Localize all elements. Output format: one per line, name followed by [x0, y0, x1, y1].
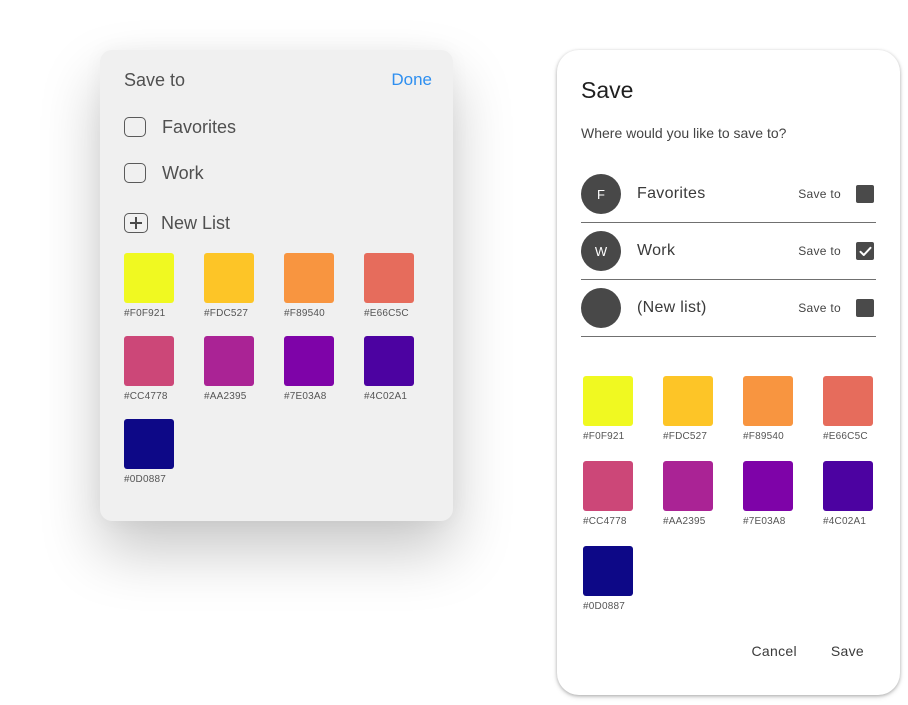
done-button[interactable]: Done	[391, 70, 432, 90]
swatch-color	[823, 461, 873, 511]
swatch-color	[583, 376, 633, 426]
swatch-color	[823, 376, 873, 426]
swatch-label: #FDC527	[204, 308, 249, 319]
cancel-button[interactable]: Cancel	[751, 643, 796, 659]
dialog-actions: Cancel Save	[751, 643, 864, 659]
swatch-label: #7E03A8	[743, 516, 786, 527]
swatch-label: #CC4778	[124, 391, 168, 402]
swatch-color	[583, 546, 633, 596]
avatar: F	[581, 174, 621, 214]
save-to-label: Save to	[798, 244, 841, 258]
swatch-color	[284, 336, 334, 386]
color-swatch[interactable]: #7E03A8	[284, 336, 334, 402]
list-item-label: Work	[162, 162, 204, 183]
swatch-color	[583, 461, 633, 511]
save-button[interactable]: Save	[831, 643, 864, 659]
color-swatch[interactable]: #E66C5C	[364, 253, 414, 319]
swatch-label: #0D0887	[583, 601, 625, 612]
swatch-color	[663, 376, 713, 426]
color-swatch[interactable]: #CC4778	[583, 461, 633, 527]
color-swatch[interactable]: #FDC527	[663, 376, 713, 442]
color-swatch-grid: #F0F921 #FDC527 #F89540 #E66C5C #CC4778 …	[583, 376, 873, 612]
new-list-label: New List	[161, 212, 231, 233]
swatch-color	[204, 336, 254, 386]
swatch-color	[124, 419, 174, 469]
popover-header: Save to Done	[124, 70, 432, 92]
new-list-button[interactable]: New List	[124, 211, 230, 235]
color-swatch[interactable]: #4C02A1	[823, 461, 873, 527]
list-item-label: Work	[637, 242, 676, 259]
swatch-label: #AA2395	[204, 391, 247, 402]
swatch-color	[364, 253, 414, 303]
work-checkbox[interactable]	[856, 242, 874, 260]
color-swatch[interactable]: #E66C5C	[823, 376, 873, 442]
list-item-work[interactable]: Work	[124, 161, 204, 185]
swatch-label: #F0F921	[583, 431, 625, 442]
swatch-color	[364, 336, 414, 386]
swatch-label: #E66C5C	[823, 431, 868, 442]
swatch-label: #F0F921	[124, 308, 166, 319]
list-item-label: Favorites	[637, 185, 706, 202]
color-swatch-grid: #F0F921 #FDC527 #F89540 #E66C5C #CC4778 …	[124, 253, 414, 485]
swatch-color	[743, 461, 793, 511]
color-swatch[interactable]: #0D0887	[583, 546, 633, 612]
list-item-label: Favorites	[162, 116, 237, 137]
popover-title: Save to	[124, 70, 186, 90]
color-swatch[interactable]: #F0F921	[583, 376, 633, 442]
swatch-label: #4C02A1	[823, 516, 867, 527]
color-swatch[interactable]: #F89540	[284, 253, 334, 319]
swatch-label: #CC4778	[583, 516, 627, 527]
swatch-color	[124, 253, 174, 303]
plus-icon	[124, 213, 148, 233]
color-swatch[interactable]: #CC4778	[124, 336, 174, 402]
swatch-label: #F89540	[284, 308, 325, 319]
swatch-color	[284, 253, 334, 303]
list-item-label: (New list)	[637, 299, 707, 316]
color-swatch[interactable]: #7E03A8	[743, 461, 793, 527]
color-swatch[interactable]: #0D0887	[124, 419, 174, 485]
save-to-label: Save to	[798, 187, 841, 201]
avatar	[581, 288, 621, 328]
swatch-color	[743, 376, 793, 426]
checkmark-icon	[859, 246, 871, 256]
color-swatch[interactable]: #FDC527	[204, 253, 254, 319]
dialog-title: Save	[581, 77, 634, 103]
color-swatch[interactable]: #F0F921	[124, 253, 174, 319]
swatch-label: #F89540	[743, 431, 784, 442]
color-swatch[interactable]: #AA2395	[663, 461, 713, 527]
save-list: F Favorites Save to W Work Save to (New …	[581, 166, 876, 337]
new-list-checkbox[interactable]	[856, 299, 874, 317]
swatch-label: #AA2395	[663, 516, 706, 527]
dialog-subtitle: Where would you like to save to?	[581, 125, 787, 141]
list-item-favorites[interactable]: Favorites	[124, 115, 236, 139]
color-swatch[interactable]: #4C02A1	[364, 336, 414, 402]
color-swatch[interactable]: #F89540	[743, 376, 793, 442]
swatch-color	[204, 253, 254, 303]
swatch-label: #4C02A1	[364, 391, 408, 402]
swatch-label: #0D0887	[124, 474, 166, 485]
avatar: W	[581, 231, 621, 271]
list-item-work: W Work Save to	[581, 223, 876, 280]
work-checkbox[interactable]	[124, 163, 146, 183]
favorites-checkbox[interactable]	[856, 185, 874, 203]
list-item-new-list: (New list) Save to	[581, 280, 876, 337]
swatch-color	[124, 336, 174, 386]
color-swatch[interactable]: #AA2395	[204, 336, 254, 402]
swatch-color	[663, 461, 713, 511]
favorites-checkbox[interactable]	[124, 117, 146, 137]
swatch-label: #E66C5C	[364, 308, 409, 319]
save-dialog: Save Where would you like to save to? F …	[557, 50, 900, 695]
swatch-label: #FDC527	[663, 431, 708, 442]
list-item-favorites: F Favorites Save to	[581, 166, 876, 223]
swatch-label: #7E03A8	[284, 391, 327, 402]
save-to-popover: Save to Done Favorites Work New List #F0…	[100, 50, 453, 521]
save-to-label: Save to	[798, 301, 841, 315]
